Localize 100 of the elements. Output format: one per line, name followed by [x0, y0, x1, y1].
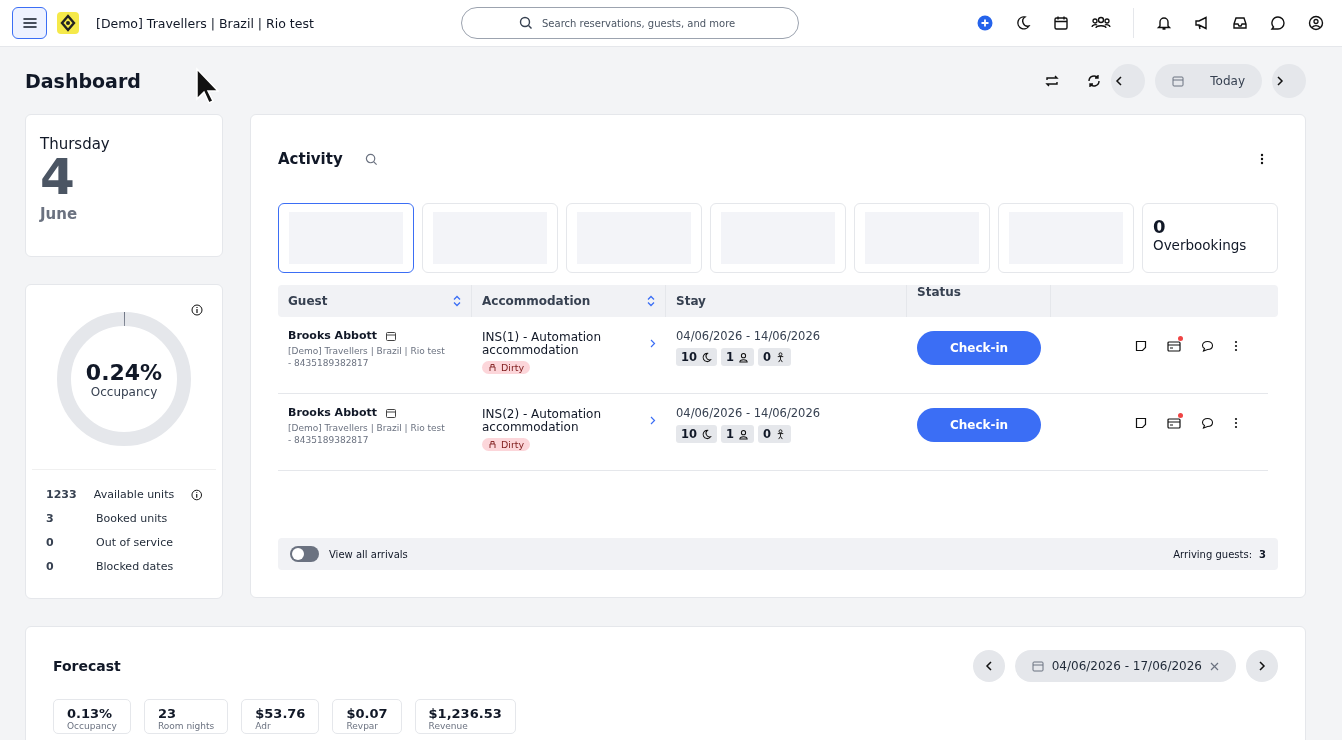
comment-icon[interactable]	[1201, 417, 1214, 429]
info-icon[interactable]	[190, 488, 202, 501]
accommodation-name: INS(2) - Automation accommodation	[482, 406, 602, 434]
swap-icon[interactable]	[1045, 73, 1060, 88]
account-icon[interactable]	[1308, 15, 1324, 31]
stat-value: 1233	[46, 488, 78, 501]
megaphone-icon[interactable]	[1194, 15, 1210, 31]
date-range-field[interactable]: 04/06/2026 - 17/06/2026	[1014, 650, 1236, 682]
stat-label: Booked units	[96, 512, 169, 525]
stat-label: Out of service	[96, 536, 174, 549]
refresh-icon[interactable]	[1087, 73, 1102, 88]
arriving-label: Arriving guests:	[1173, 548, 1253, 560]
cursor-icon	[195, 67, 219, 105]
adults-chip: 1	[721, 425, 755, 443]
forecast-value: $1,236.53	[428, 706, 502, 721]
more-icon[interactable]	[1234, 340, 1238, 352]
column-header: Status	[917, 285, 961, 299]
person-icon	[738, 428, 750, 440]
forecast-value: 23	[157, 706, 177, 721]
chevron-left-icon	[1115, 75, 1124, 86]
nights-chip: 10	[676, 425, 717, 443]
nights-chip: 10	[676, 348, 717, 366]
chevron-right-icon	[1276, 75, 1284, 86]
activity-tile[interactable]: 0 Overbookings	[1142, 203, 1278, 273]
chat-icon[interactable]	[1270, 15, 1286, 31]
group-icon[interactable]	[1091, 15, 1111, 31]
page-title: Dashboard	[25, 69, 141, 92]
card-icon[interactable]	[1167, 340, 1181, 352]
add-icon[interactable]	[977, 15, 993, 31]
more-icon[interactable]	[1234, 417, 1238, 429]
person-icon	[738, 351, 750, 363]
children-chip: 0	[758, 425, 792, 443]
activity-title: Activity	[278, 150, 343, 168]
forecast-label: Adr	[255, 721, 272, 731]
occupancy-label: Occupancy	[90, 384, 158, 399]
menu-button[interactable]	[12, 7, 47, 39]
tile-value: 0	[1153, 216, 1167, 237]
sort-icon[interactable]	[453, 295, 461, 307]
forecast-label: Room nights	[157, 721, 215, 731]
bell-icon[interactable]	[1156, 15, 1172, 31]
search-field[interactable]: Search reservations, guests, and more	[461, 7, 799, 39]
stat-label: Blocked dates	[96, 560, 175, 573]
chevron-right-icon[interactable]	[650, 415, 656, 425]
activity-tile[interactable]	[278, 203, 414, 273]
forecast-label: Occupancy	[67, 721, 117, 731]
guest-name[interactable]: Brooks Abbott	[288, 329, 377, 342]
moon-icon	[701, 351, 712, 363]
card-icon[interactable]	[1167, 417, 1181, 429]
check-in-button[interactable]: Check-in	[917, 331, 1041, 365]
stay-dates: 04/06/2026 - 14/06/2026	[676, 329, 822, 343]
children-chip: 0	[758, 348, 792, 366]
arriving-count: 3	[1259, 548, 1266, 560]
month: June	[40, 205, 79, 223]
toggle-switch[interactable]	[290, 546, 319, 562]
previous-button[interactable]	[972, 650, 1005, 682]
column-header: Accommodation	[482, 294, 591, 308]
today-button[interactable]: Today	[1155, 63, 1262, 98]
property-name: [Demo] Travellers | Brazil | Rio test	[96, 15, 315, 31]
stat-value: 0	[46, 560, 55, 573]
housekeeping-tag: Dirty	[482, 361, 531, 374]
clear-icon[interactable]	[1210, 661, 1219, 671]
forecast-label: Revpar	[346, 721, 380, 731]
chevron-left-icon	[984, 661, 993, 671]
chevron-right-icon	[1258, 661, 1266, 671]
chevron-right-icon[interactable]	[650, 338, 656, 348]
forecast-value: $53.76	[255, 706, 306, 721]
calendar-icon	[385, 407, 396, 418]
note-icon[interactable]	[1135, 417, 1147, 429]
column-header: Stay	[676, 294, 706, 308]
search-icon	[519, 16, 533, 30]
calendar-icon[interactable]	[1053, 15, 1069, 31]
forecast-label: Revenue	[428, 721, 469, 731]
inbox-icon[interactable]	[1232, 15, 1248, 31]
day-number: 4	[40, 153, 75, 201]
stat-value: 3	[46, 512, 55, 525]
stat-label: Available units	[93, 488, 176, 501]
note-icon[interactable]	[1135, 340, 1147, 352]
accommodation-name: INS(1) - Automation accommodation	[482, 329, 602, 357]
info-icon[interactable]	[191, 304, 203, 316]
logo-icon	[57, 12, 79, 34]
check-in-button[interactable]: Check-in	[917, 408, 1041, 442]
sort-icon[interactable]	[647, 295, 655, 307]
date-range-text: 04/06/2026 - 17/06/2026	[1051, 659, 1202, 673]
forecast-title: Forecast	[53, 658, 121, 674]
forecast-value: $0.07	[346, 706, 388, 721]
booking-code: - 8435189382817	[288, 358, 370, 368]
comment-icon[interactable]	[1201, 340, 1214, 352]
more-icon[interactable]	[1260, 153, 1264, 165]
calendar-icon	[385, 330, 396, 341]
guest-name[interactable]: Brooks Abbott	[288, 406, 377, 419]
column-header: Guest	[288, 294, 328, 308]
property-name: [Demo] Travellers | Brazil | Rio test	[288, 423, 446, 433]
search-icon[interactable]	[364, 152, 378, 166]
booking-code: - 8435189382817	[288, 435, 370, 445]
weekday: Thursday	[40, 135, 111, 153]
moon-icon[interactable]	[1015, 15, 1031, 31]
forecast-value: 0.13%	[67, 706, 114, 721]
calendar-icon	[1172, 74, 1185, 87]
calendar-icon	[1031, 660, 1044, 672]
next-button[interactable]	[1246, 650, 1278, 682]
